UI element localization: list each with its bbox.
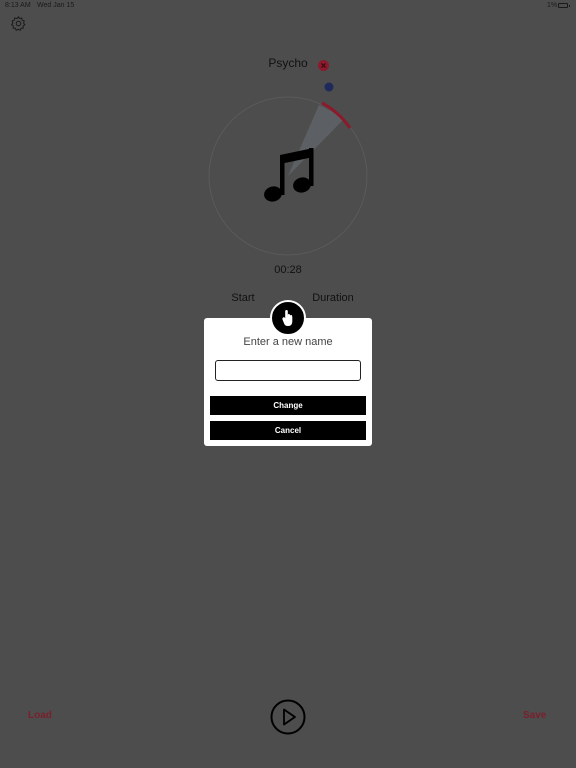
start-button[interactable]: Start (226, 292, 260, 304)
load-button[interactable]: Load (28, 710, 52, 721)
battery-icon (558, 3, 570, 8)
new-name-input[interactable] (215, 360, 361, 381)
elapsed-time: 00:28 (274, 264, 302, 276)
duration-button[interactable]: Duration (306, 292, 360, 304)
dial-handle[interactable] (324, 82, 334, 92)
track-title: Psycho (268, 56, 308, 70)
dialog-badge (270, 300, 306, 336)
playback-dial[interactable] (202, 80, 374, 260)
hand-pointer-icon (282, 310, 293, 326)
close-circle-icon (318, 60, 329, 71)
status-date: Wed Jan 15 (37, 2, 75, 9)
settings-button[interactable] (10, 15, 27, 32)
battery-percentage: 1% (547, 2, 558, 9)
gear-icon (10, 15, 26, 31)
status-time: 8:13 AM (5, 2, 31, 9)
cancel-button[interactable]: Cancel (210, 421, 366, 440)
remove-track-button[interactable] (318, 58, 329, 71)
status-bar: 8:13 AM Wed Jan 15 1% (0, 0, 576, 12)
dial-sector (288, 105, 343, 176)
play-button[interactable] (270, 699, 306, 735)
save-button[interactable]: Save (523, 710, 546, 721)
play-icon (270, 699, 306, 735)
music-note-icon (264, 148, 314, 202)
change-button[interactable]: Change (210, 396, 366, 415)
